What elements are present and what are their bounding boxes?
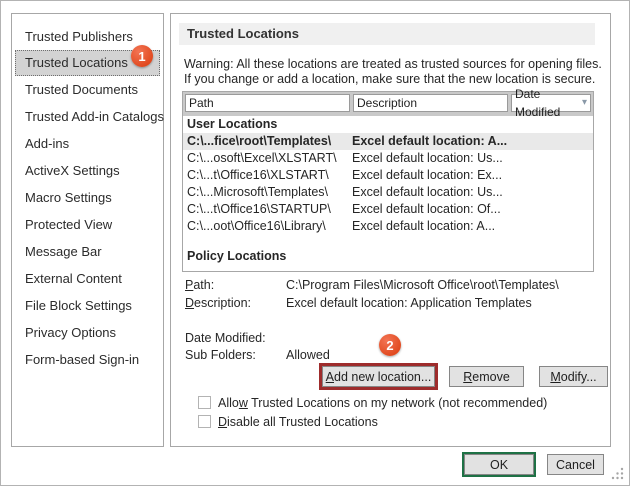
add-new-location-button[interactable]: Add new location... bbox=[322, 366, 435, 387]
allow-network-locations-label: Allow Trusted Locations on my network (n… bbox=[218, 396, 547, 410]
detail-sub-folders-value: Allowed bbox=[286, 348, 330, 362]
nav-item-trusted-documents[interactable]: Trusted Documents bbox=[12, 76, 163, 103]
detail-path: Path:C:\Program Files\Microsoft Office\r… bbox=[185, 278, 559, 293]
disable-all-locations-checkbox[interactable] bbox=[198, 415, 211, 428]
page-title: Trusted Locations bbox=[179, 23, 595, 45]
nav-item-trusted-addin-catalogs[interactable]: Trusted Add-in Catalogs bbox=[12, 103, 163, 130]
table-row[interactable]: C:\...oot\Office16\Library\ Excel defaul… bbox=[183, 218, 593, 235]
table-row[interactable]: C:\...t\Office16\STARTUP\ Excel default … bbox=[183, 201, 593, 218]
table-row[interactable]: C:\...fice\root\Templates\ Excel default… bbox=[183, 133, 593, 150]
nav-item-form-based-signin[interactable]: Form-based Sign-in bbox=[12, 346, 163, 373]
nav-item-message-bar[interactable]: Message Bar bbox=[12, 238, 163, 265]
warning-text: Warning: All these locations are treated… bbox=[184, 57, 608, 87]
ok-annotation-box: OK bbox=[462, 452, 536, 477]
disable-all-locations-checkbox-row: Disable all Trusted Locations bbox=[198, 414, 378, 429]
trusted-locations-table: Path Description Date Modified ▾ User Lo… bbox=[182, 91, 594, 272]
trust-center-nav: Trusted Publishers Trusted Locations Tru… bbox=[11, 13, 164, 447]
add-location-annotation-box: Add new location... bbox=[319, 363, 438, 390]
step-1-badge: 1 bbox=[131, 45, 153, 67]
nav-item-external-content[interactable]: External Content bbox=[12, 265, 163, 292]
allow-network-locations-checkbox[interactable] bbox=[198, 396, 211, 409]
nav-item-activex-settings[interactable]: ActiveX Settings bbox=[12, 157, 163, 184]
table-header-row: Path Description Date Modified ▾ bbox=[183, 92, 593, 116]
detail-description-value: Excel default location: Application Temp… bbox=[286, 296, 532, 310]
detail-sub-folders: Sub Folders:Allowed bbox=[185, 348, 330, 363]
detail-description: Description:Excel default location: Appl… bbox=[185, 296, 532, 311]
trusted-locations-pane: Trusted Locations Warning: All these loc… bbox=[170, 13, 611, 447]
table-row[interactable]: C:\...Microsoft\Templates\ Excel default… bbox=[183, 184, 593, 201]
trust-center-dialog: Trusted Publishers Trusted Locations Tru… bbox=[0, 0, 630, 486]
sort-dropdown-icon[interactable]: ▾ bbox=[582, 94, 587, 112]
group-header-policy-locations: Policy Locations bbox=[183, 248, 593, 265]
table-row[interactable]: C:\...osoft\Excel\XLSTART\ Excel default… bbox=[183, 150, 593, 167]
remove-button[interactable]: Remove bbox=[449, 366, 524, 387]
disable-all-locations-label: Disable all Trusted Locations bbox=[218, 415, 378, 429]
modify-button[interactable]: Modify... bbox=[539, 366, 608, 387]
allow-network-locations-checkbox-row: Allow Trusted Locations on my network (n… bbox=[198, 395, 547, 410]
column-header-date-label: Date Modified bbox=[515, 85, 582, 121]
column-header-date-modified[interactable]: Date Modified ▾ bbox=[511, 94, 591, 112]
step-2-badge: 2 bbox=[379, 334, 401, 356]
table-row[interactable]: C:\...t\Office16\XLSTART\ Excel default … bbox=[183, 167, 593, 184]
table-spacer bbox=[183, 235, 593, 248]
nav-item-privacy-options[interactable]: Privacy Options bbox=[12, 319, 163, 346]
nav-item-protected-view[interactable]: Protected View bbox=[12, 211, 163, 238]
detail-path-value: C:\Program Files\Microsoft Office\root\T… bbox=[286, 278, 559, 292]
warning-line-1: Warning: All these locations are treated… bbox=[184, 57, 608, 72]
detail-date-modified: Date Modified: bbox=[185, 331, 286, 346]
ok-button[interactable]: OK bbox=[464, 454, 534, 475]
nav-item-file-block-settings[interactable]: File Block Settings bbox=[12, 292, 163, 319]
column-header-path[interactable]: Path bbox=[185, 94, 350, 112]
cancel-button[interactable]: Cancel bbox=[547, 454, 604, 475]
nav-item-add-ins[interactable]: Add-ins bbox=[12, 130, 163, 157]
resize-grip[interactable] bbox=[610, 466, 625, 481]
column-header-description[interactable]: Description bbox=[353, 94, 508, 112]
nav-item-macro-settings[interactable]: Macro Settings bbox=[12, 184, 163, 211]
